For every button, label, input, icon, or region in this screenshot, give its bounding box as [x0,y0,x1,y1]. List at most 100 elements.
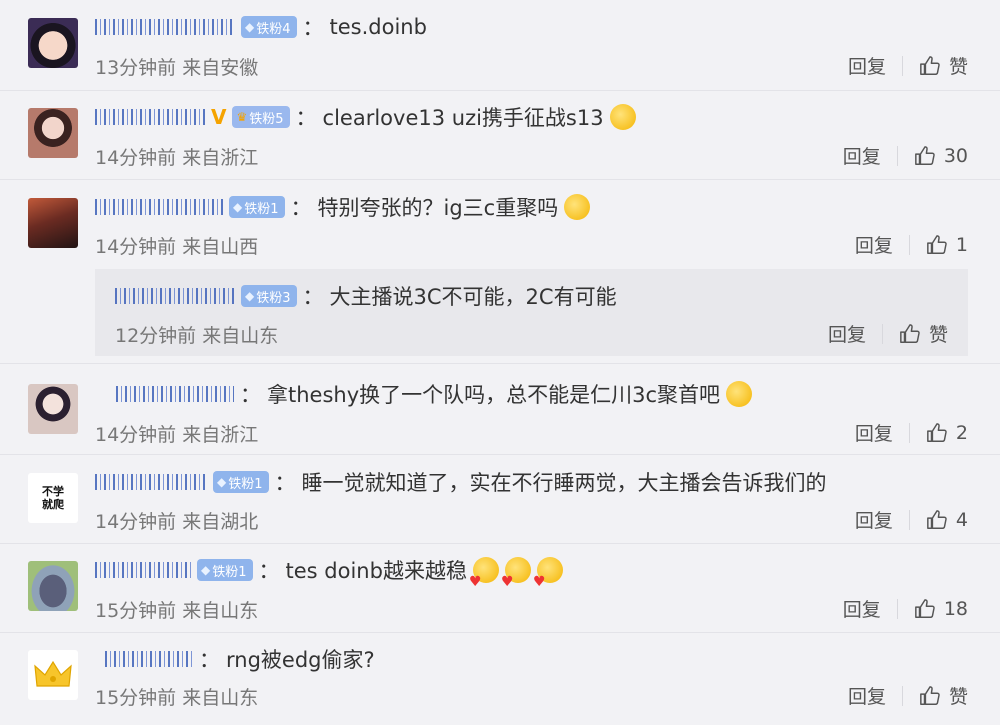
comment-meta: 14分钟前 来自湖北 [95,511,259,533]
diamond-icon: ◆ [201,563,211,577]
like-count: 赞 [928,324,948,346]
comment-meta: 15分钟前 来自山东 [95,687,259,709]
comment-actions: 回复 4 [855,506,968,533]
username[interactable] [95,199,223,215]
avatar[interactable] [28,650,78,700]
like-count: 1 [955,233,968,256]
comment-item: ◆ 铁粉4 ： tes.doinb 13分钟前 来自安徽 回复 赞 [0,0,1000,91]
comment-header: ：拿theshy换了一个队吗，总不能是仁川3c聚首吧 [116,381,753,407]
comment-actions: 回复 2 [855,419,968,446]
avatar[interactable] [28,108,78,158]
divider [901,55,903,76]
fan-badge[interactable]: ◆ 铁粉4 [241,16,297,38]
sub-reply: ◆ 铁粉3 ：大主播说3C不可能，2C有可能 12分钟前 来自山东 回复 赞 [95,269,968,356]
username[interactable] [105,651,193,667]
avatar[interactable] [28,18,78,68]
like-button[interactable]: 2 [926,422,968,444]
reply-button[interactable]: 回复 [855,419,909,446]
reply-button[interactable]: 回复 [843,595,897,622]
reply-button[interactable]: 回复 [848,52,902,79]
comment-text: clearlove13 uzi携手征战s13 [322,106,604,130]
comment-meta: 12分钟前 来自山东 [115,325,279,347]
like-count: 赞 [948,686,968,708]
divider [896,598,898,619]
heart-eyes-emoji-icon [504,557,531,583]
comment-actions: 回复 赞 [848,682,968,709]
comment-item: ：拿theshy换了一个队吗，总不能是仁川3c聚首吧 14分钟前 来自浙江 回复… [0,364,1000,455]
comment-text: 特别夸张的？ig三c重聚吗 [317,196,559,220]
comment-header: V ♛ 铁粉5 ： clearlove13 uzi携手征战s13 [95,104,636,130]
comment-header: ： rng被edg偷家? [105,647,375,672]
comment-meta: 13分钟前 来自安徽 [95,57,259,79]
like-count: 赞 [948,56,968,78]
doge-emoji-icon [726,381,753,407]
avatar[interactable] [28,384,78,434]
thumbs-up-icon [927,234,947,254]
like-button[interactable]: 赞 [919,682,968,709]
comment-text: tes doinb越来越稳 [285,559,467,583]
like-button[interactable]: 4 [926,509,968,531]
heart-eyes-emoji-icon [536,557,563,583]
comment-item: ◆ 铁粉1 ：特别夸张的？ig三c重聚吗 14分钟前 来自山西 回复 1 ◆ 铁粉3… [0,180,1000,364]
reply-button[interactable]: 回复 [855,231,909,258]
comment-actions: 回复 赞 [828,320,948,347]
username[interactable] [115,288,235,304]
avatar[interactable] [28,561,78,611]
diamond-icon: ◆ [217,475,227,489]
comment-meta: 14分钟前 来自浙江 [95,147,259,169]
comment-actions: 回复 18 [843,595,968,622]
divider [908,422,910,443]
username[interactable] [95,474,207,490]
comment-item: ◆铁粉1 ：tes doinb越来越稳 15分钟前 来自山东 回复 18 [0,544,1000,633]
comment-text: rng被edg偷家? [226,648,375,672]
avatar[interactable] [28,198,78,248]
like-count: 4 [955,508,968,531]
reply-button[interactable]: 回复 [855,506,909,533]
diamond-icon: ◆ [233,200,243,214]
comment-list: ◆ 铁粉4 ： tes.doinb 13分钟前 来自安徽 回复 赞 V ♛ 铁粉5 ：… [0,0,1000,725]
comment-header: ◆ 铁粉3 ：大主播说3C不可能，2C有可能 [115,284,617,309]
reply-button[interactable]: 回复 [828,320,882,347]
like-count: 2 [955,421,968,444]
like-button[interactable]: 1 [926,234,968,256]
like-button[interactable]: 18 [914,598,968,620]
comment-meta: 14分钟前 来自浙江 [95,424,259,446]
avatar[interactable]: 不学 就爬 [28,473,78,523]
comment-header: ◆ 铁粉1 ： tes doinb越来越稳 [95,557,563,583]
like-button[interactable]: 30 [914,145,968,167]
vip-v-icon: V [211,105,227,129]
comment-meta: 15分钟前 来自山东 [95,600,259,622]
username[interactable] [116,386,234,402]
crying-emoji-icon [609,104,636,130]
comment-text: 大主播说3C不可能，2C有可能 [329,285,617,309]
heart-eyes-emoji-icon [472,557,499,583]
username[interactable] [95,562,191,578]
thumbs-up-icon [920,685,940,705]
reply-button[interactable]: 回复 [843,142,897,169]
doge-emoji-icon [564,194,591,220]
comment-header: ◆ 铁粉4 ： tes.doinb [95,15,427,40]
comment-text: 睡一觉就知道了，实在不行睡两觉，大主播会告诉我们的 [301,471,827,495]
comment-item: V ♛ 铁粉5 ： clearlove13 uzi携手征战s13 14分钟前 来自浙… [0,91,1000,180]
comment-text: 拿theshy换了一个队吗，总不能是仁川3c聚首吧 [267,383,721,407]
fan-badge[interactable]: ◆ 铁粉1 [229,196,285,218]
username[interactable] [95,109,205,125]
fan-badge[interactable]: ◆ 铁粉3 [241,285,297,307]
comment-header: ◆ 铁粉1 ：特别夸张的？ig三c重聚吗 [95,194,591,220]
thumbs-up-icon [927,509,947,529]
reply-button[interactable]: 回复 [848,682,902,709]
crown-icon: ♛ [236,110,248,124]
diamond-icon: ◆ [245,289,255,303]
fan-badge[interactable]: ◆ 铁粉1 [197,559,253,581]
comment-actions: 回复 1 [855,231,968,258]
fan-badge[interactable]: ♛ 铁粉5 [232,106,290,128]
fan-badge[interactable]: ◆ 铁粉1 [213,471,269,493]
like-count: 18 [943,597,968,620]
username[interactable] [95,19,235,35]
divider [908,234,910,255]
like-count: 30 [943,144,968,167]
comment-text: tes.doinb [329,15,427,39]
like-button[interactable]: 赞 [899,320,948,347]
like-button[interactable]: 赞 [919,52,968,79]
thumbs-up-icon [914,598,935,618]
